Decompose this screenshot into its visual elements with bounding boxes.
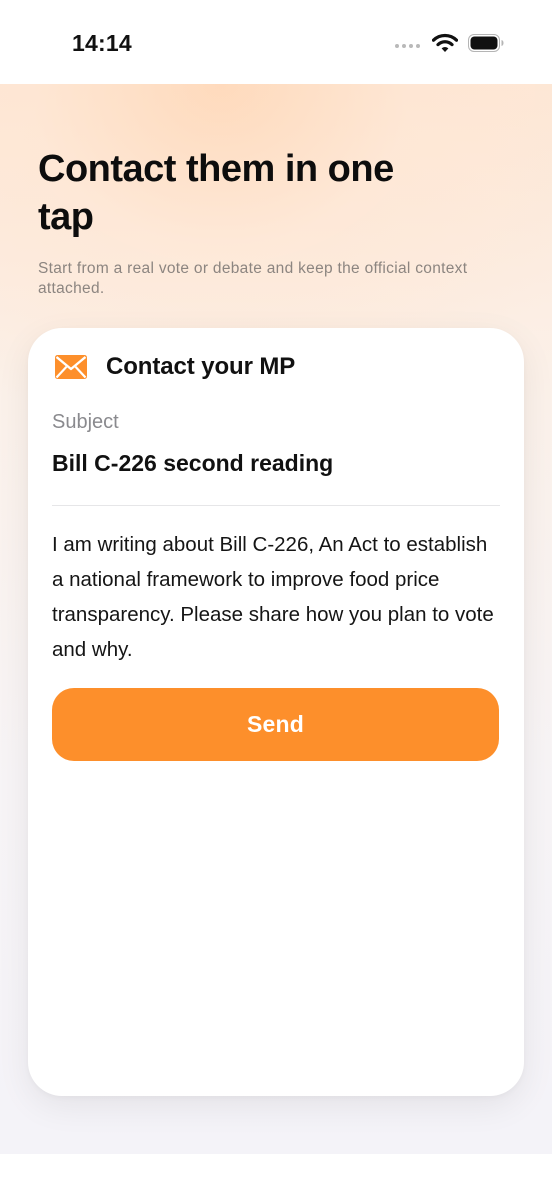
subject-value[interactable]: Bill C-226 second reading	[52, 450, 333, 477]
status-time: 14:14	[72, 30, 132, 56]
status-bar: 14:14	[0, 0, 552, 84]
card-title: Contact your MP	[106, 353, 296, 380]
card-header: Contact your MP	[54, 353, 295, 381]
message-body[interactable]: I am writing about Bill C-226, An Act to…	[52, 527, 500, 667]
wifi-icon	[432, 33, 458, 52]
page-subtitle: Start from a real vote or debate and kee…	[38, 260, 468, 297]
status-icons	[395, 33, 504, 53]
send-button[interactable]: Send	[52, 688, 499, 761]
envelope-icon	[55, 355, 87, 379]
signal-dots-icon	[395, 44, 420, 48]
divider	[52, 505, 500, 506]
bottom-strip	[0, 1154, 552, 1198]
page-title: Contact them in one tap	[38, 148, 394, 238]
battery-icon	[468, 34, 504, 52]
subject-label: Subject	[52, 411, 119, 433]
contact-card: Contact your MP Subject Bill C-226 secon…	[28, 328, 524, 1096]
